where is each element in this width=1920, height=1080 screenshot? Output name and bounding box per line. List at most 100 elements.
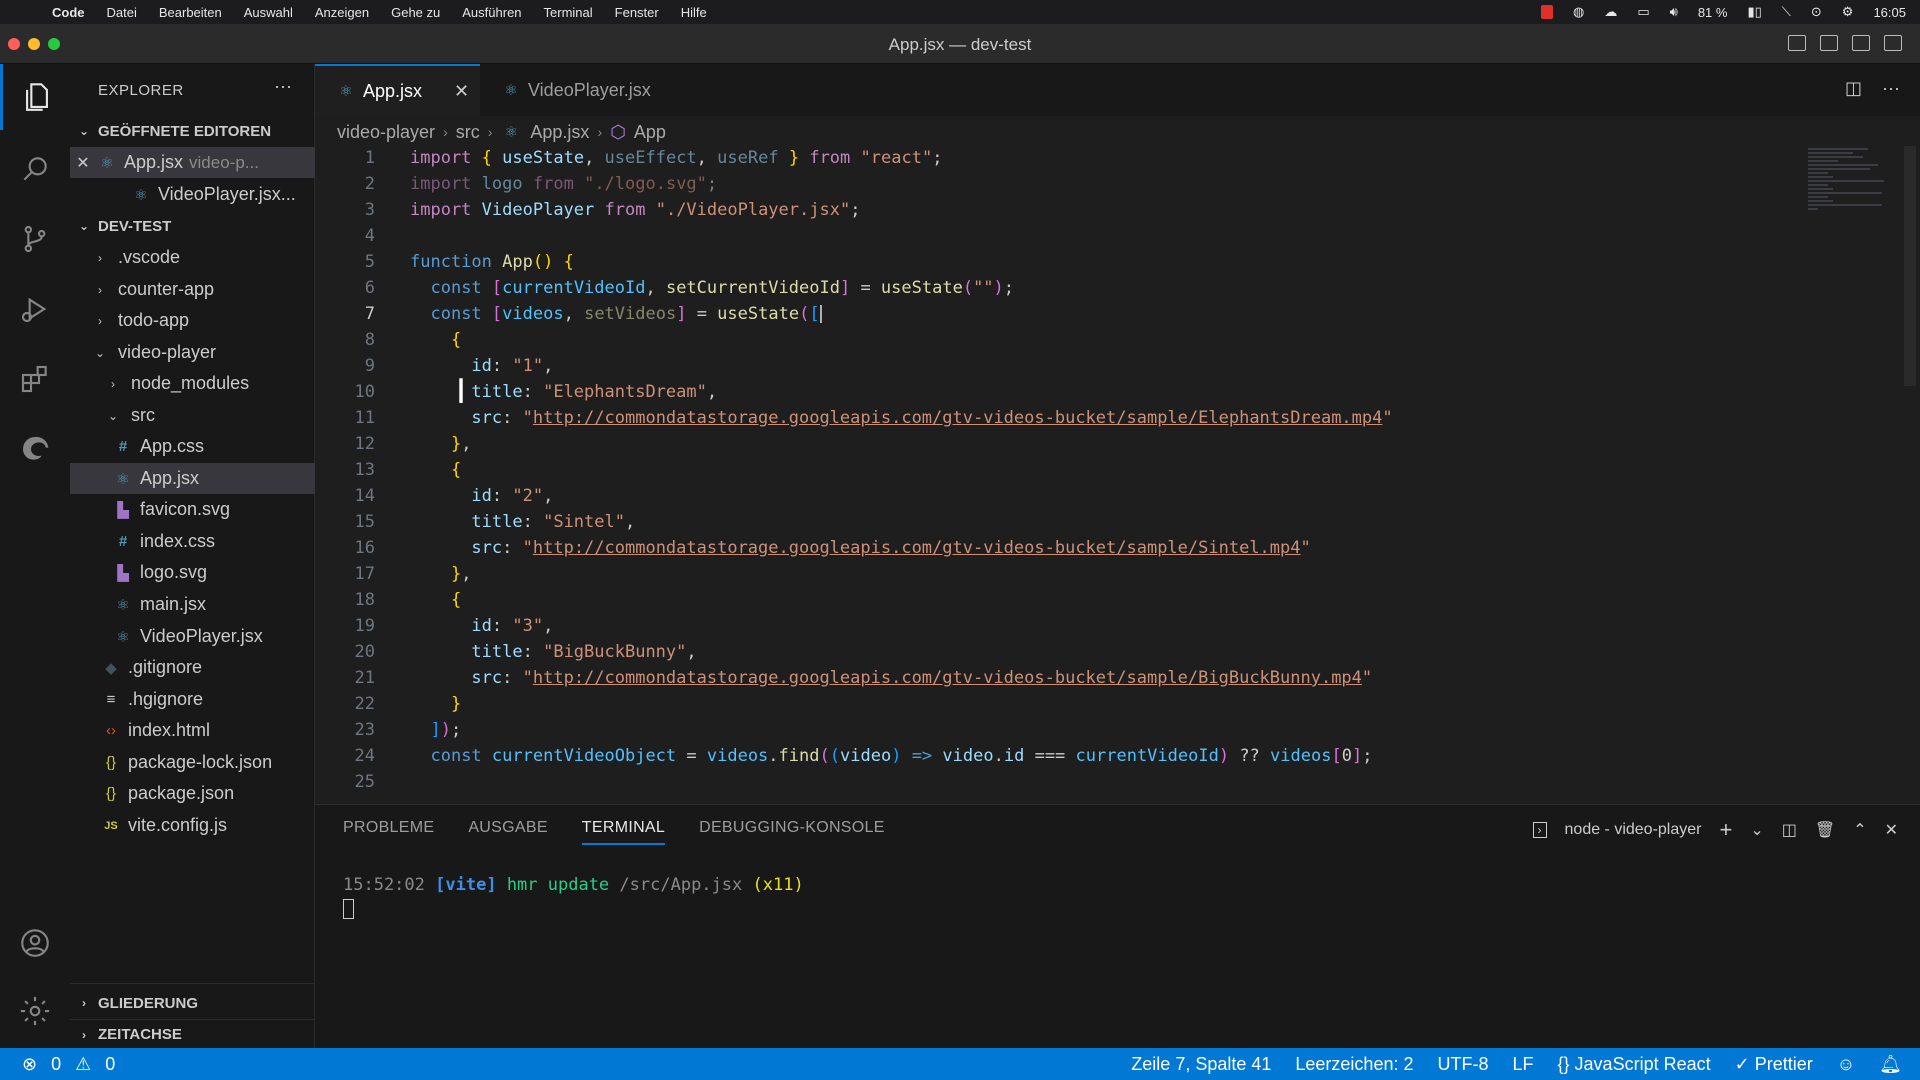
run-debug-icon[interactable] [0, 276, 70, 342]
tab-debug-console[interactable]: DEBUGGING-KONSOLE [699, 819, 885, 845]
toolbox-icon[interactable]: ◍ [1573, 4, 1584, 20]
tab-output[interactable]: AUSGABE [468, 819, 547, 845]
edge-devtools-icon[interactable] [0, 416, 70, 482]
encoding[interactable]: UTF-8 [1437, 1054, 1488, 1075]
manage-gear-icon[interactable] [0, 978, 70, 1044]
play-icon[interactable]: ⊙ [1811, 4, 1822, 20]
open-editors-section[interactable]: ⌄ GEÖFFNETE EDITOREN [70, 116, 315, 146]
account-icon[interactable] [0, 910, 70, 976]
menu-auswahl[interactable]: Auswahl [244, 5, 293, 20]
menu-hilfe[interactable]: Hilfe [681, 5, 707, 20]
terminal-output[interactable]: 15:52:02 [vite] hmr update /src/App.jsx … [343, 875, 804, 924]
customize-layout-icon[interactable] [1884, 35, 1902, 51]
breadcrumb-item[interactable]: video-player [337, 122, 435, 143]
code-line: src: "http://commondatastorage.googleapi… [471, 538, 1311, 558]
menu-fenster[interactable]: Fenster [615, 5, 659, 20]
menu-code[interactable]: Code [52, 5, 85, 20]
tree-folder[interactable]: ⌄ video-player [70, 337, 315, 368]
chevron-right-icon: › [111, 376, 115, 391]
tree-file[interactable]: # App.css [70, 431, 315, 462]
search-icon[interactable] [0, 136, 70, 202]
tree-file[interactable]: # index.css [70, 526, 315, 557]
outline-section[interactable]: › GLIEDERUNG [70, 988, 315, 1018]
status-problems[interactable]: ⊗ 0 ⚠ 0 [22, 1054, 115, 1075]
tree-folder[interactable]: › counter-app [70, 274, 315, 305]
indentation[interactable]: Leerzeichen: 2 [1295, 1054, 1413, 1075]
tree-folder[interactable]: › .vscode [70, 242, 315, 273]
wifi-off-icon[interactable]: ⟍ [1782, 4, 1791, 20]
menu-ausfuehren[interactable]: Ausführen [462, 5, 521, 20]
battery-icon[interactable]: ▮▯ [1747, 4, 1761, 20]
clock[interactable]: 16:05 [1873, 5, 1906, 20]
minimap[interactable] [1808, 146, 1886, 246]
tree-file[interactable]: ⚛ App.jsx [70, 463, 315, 494]
trash-icon[interactable]: 🗑︎ [1815, 820, 1835, 840]
tree-file[interactable]: {} package-lock.json [70, 747, 315, 778]
tab-terminal[interactable]: TERMINAL [581, 819, 666, 845]
bell-icon[interactable]: 🔔︎ [1879, 1054, 1902, 1075]
error-icon: ⊗ [22, 1053, 38, 1074]
cursor-position[interactable]: Zeile 7, Spalte 41 [1131, 1054, 1271, 1075]
display-icon[interactable]: ▭ [1637, 4, 1649, 20]
cloud-icon[interactable]: ☁ [1604, 4, 1617, 20]
volume-icon[interactable]: 🔊︎ [1670, 4, 1678, 20]
url-link[interactable]: http://commondatastorage.googleapis.com/… [533, 668, 1362, 688]
more-actions-icon[interactable]: ··· [1882, 78, 1900, 99]
workspace-section[interactable]: ⌄ DEV-TEST [70, 211, 315, 241]
tab-videoplayer-jsx[interactable]: ⚛ VideoPlayer.jsx [480, 64, 665, 116]
tree-file[interactable]: ‹› index.html [70, 715, 315, 746]
toggle-secondary-sidebar-icon[interactable] [1852, 35, 1870, 51]
breadcrumb-item[interactable]: App.jsx [530, 122, 589, 143]
line-number: 16 [354, 538, 375, 558]
tab-app-jsx[interactable]: ⚛ App.jsx ✕ [315, 64, 480, 116]
tree-file[interactable]: ⚛ main.jsx [70, 589, 315, 620]
split-terminal-icon[interactable]: ◫ [1782, 820, 1797, 840]
timeline-section[interactable]: › ZEITACHSE [70, 1019, 315, 1049]
maximize-panel-icon[interactable]: ⌃ [1853, 820, 1866, 840]
tree-file[interactable]: ≡ .hgignore [70, 684, 315, 715]
split-editor-icon[interactable]: ◫ [1845, 78, 1862, 99]
explorer-icon[interactable] [0, 64, 70, 130]
breadcrumb-item[interactable]: src [456, 122, 480, 143]
menu-anzeigen[interactable]: Anzeigen [315, 5, 369, 20]
tree-file[interactable]: ▙ favicon.svg [70, 494, 315, 525]
tree-folder[interactable]: › todo-app [70, 305, 315, 336]
open-editor-item[interactable]: ⚛ VideoPlayer.jsx... [70, 179, 315, 210]
end-of-line[interactable]: LF [1512, 1054, 1533, 1075]
code-editor[interactable]: 1 2 3 4 5 6 7 8 9 10 11 12 13 14 15 16 1… [315, 146, 1890, 802]
new-terminal-icon[interactable]: + [1719, 817, 1732, 843]
language-mode[interactable]: {} JavaScript React [1558, 1054, 1711, 1075]
control-center-icon[interactable]: ⚙ [1842, 4, 1854, 20]
chevron-down-icon[interactable]: ⌄ [1750, 820, 1763, 840]
open-editor-item[interactable]: ✕ ⚛ App.jsx video-p... [70, 147, 315, 178]
toggle-primary-sidebar-icon[interactable] [1788, 35, 1806, 51]
close-panel-icon[interactable]: ✕ [1885, 820, 1898, 840]
source-control-icon[interactable] [0, 206, 70, 272]
tree-file[interactable]: JS vite.config.js [70, 810, 315, 841]
recording-indicator-icon[interactable] [1540, 5, 1553, 19]
editor-scrollbar[interactable] [1904, 146, 1916, 386]
tree-folder[interactable]: ⌄ src [70, 400, 315, 431]
url-link[interactable]: http://commondatastorage.googleapis.com/… [533, 538, 1301, 558]
menu-datei[interactable]: Datei [107, 5, 137, 20]
toggle-panel-icon[interactable] [1820, 35, 1838, 51]
url-link[interactable]: http://commondatastorage.googleapis.com/… [533, 408, 1383, 428]
explorer-more-actions[interactable]: ··· [274, 76, 292, 97]
tab-problems[interactable]: PROBLEME [343, 819, 434, 845]
close-icon[interactable]: ✕ [70, 153, 96, 173]
tree-folder[interactable]: › node_modules [70, 368, 315, 399]
extensions-icon[interactable] [0, 346, 70, 412]
tree-file[interactable]: ◆ .gitignore [70, 652, 315, 683]
tree-file[interactable]: ▙ logo.svg [70, 557, 315, 588]
tree-file[interactable]: {} package.json [70, 778, 315, 809]
tree-file[interactable]: ⚛ VideoPlayer.jsx [70, 621, 315, 652]
menu-gehe-zu[interactable]: Gehe zu [391, 5, 440, 20]
tree-label: video-player [118, 342, 217, 362]
breadcrumb-item[interactable]: App [634, 122, 666, 143]
feedback-icon[interactable]: ☺ [1837, 1054, 1855, 1075]
menu-bearbeiten[interactable]: Bearbeiten [159, 5, 222, 20]
terminal-name[interactable]: node - video-player [1565, 821, 1702, 839]
close-icon[interactable]: ✕ [454, 81, 469, 102]
prettier-status[interactable]: ✓ Prettier [1735, 1054, 1813, 1075]
menu-terminal[interactable]: Terminal [544, 5, 593, 20]
